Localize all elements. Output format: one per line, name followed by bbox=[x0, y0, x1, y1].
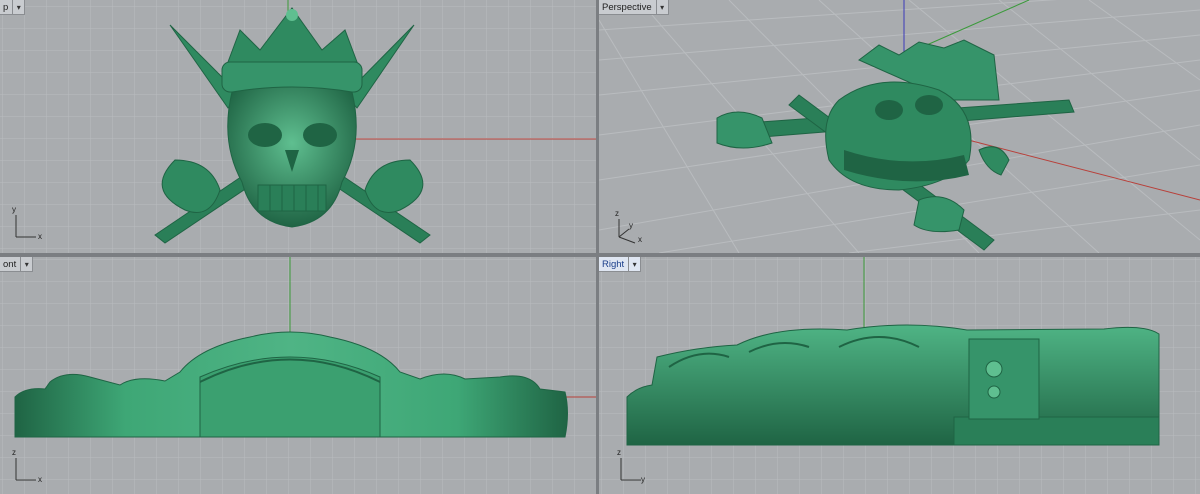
viewport-perspective-canvas[interactable] bbox=[599, 0, 1200, 253]
axis-label: z bbox=[12, 448, 16, 457]
axis-label: z bbox=[617, 448, 621, 457]
axis-label: x bbox=[638, 235, 642, 244]
skull-model-perspective[interactable] bbox=[716, 39, 1075, 251]
viewport-front[interactable]: ont ▾ z x bbox=[0, 257, 596, 494]
viewport-tab-front[interactable]: ont ▾ bbox=[0, 257, 34, 272]
viewport-label: Right bbox=[602, 258, 625, 270]
axis-widget: y x z bbox=[605, 207, 645, 247]
viewport-right[interactable]: Right ▾ z y bbox=[599, 257, 1200, 494]
axis-label: y bbox=[641, 475, 645, 484]
axis-widget: y x bbox=[6, 205, 46, 247]
chevron-down-icon[interactable]: ▾ bbox=[12, 0, 24, 14]
axis-label: x bbox=[38, 232, 42, 241]
x-axis-line bbox=[948, 134, 1200, 201]
viewport-top-canvas[interactable] bbox=[0, 0, 596, 253]
axis-label: x bbox=[38, 475, 42, 484]
viewport-perspective[interactable]: Perspective ▾ y x z bbox=[599, 0, 1200, 253]
axis-widget: z y bbox=[605, 448, 645, 488]
viewport-label: Perspective bbox=[602, 1, 652, 13]
chevron-down-icon[interactable]: ▾ bbox=[628, 257, 640, 271]
viewport-right-canvas[interactable] bbox=[599, 257, 1200, 494]
axis-widget: z x bbox=[6, 448, 46, 488]
axis-label: y bbox=[12, 205, 16, 214]
viewport-label: p bbox=[3, 1, 9, 13]
viewport-tab-right[interactable]: Right ▾ bbox=[599, 257, 642, 272]
viewport-top[interactable]: p ▾ y x bbox=[0, 0, 596, 253]
viewport-front-canvas[interactable] bbox=[0, 257, 596, 494]
axis-arrows-icon bbox=[620, 458, 641, 481]
viewport-tab-top[interactable]: p ▾ bbox=[0, 0, 26, 15]
viewport-label: ont bbox=[3, 258, 17, 270]
chevron-down-icon[interactable]: ▾ bbox=[20, 257, 32, 271]
axis-label: z bbox=[615, 209, 619, 218]
axis-label: y bbox=[629, 221, 633, 230]
chevron-down-icon[interactable]: ▾ bbox=[655, 0, 668, 14]
viewport-tab-perspective[interactable]: Perspective ▾ bbox=[599, 0, 669, 15]
